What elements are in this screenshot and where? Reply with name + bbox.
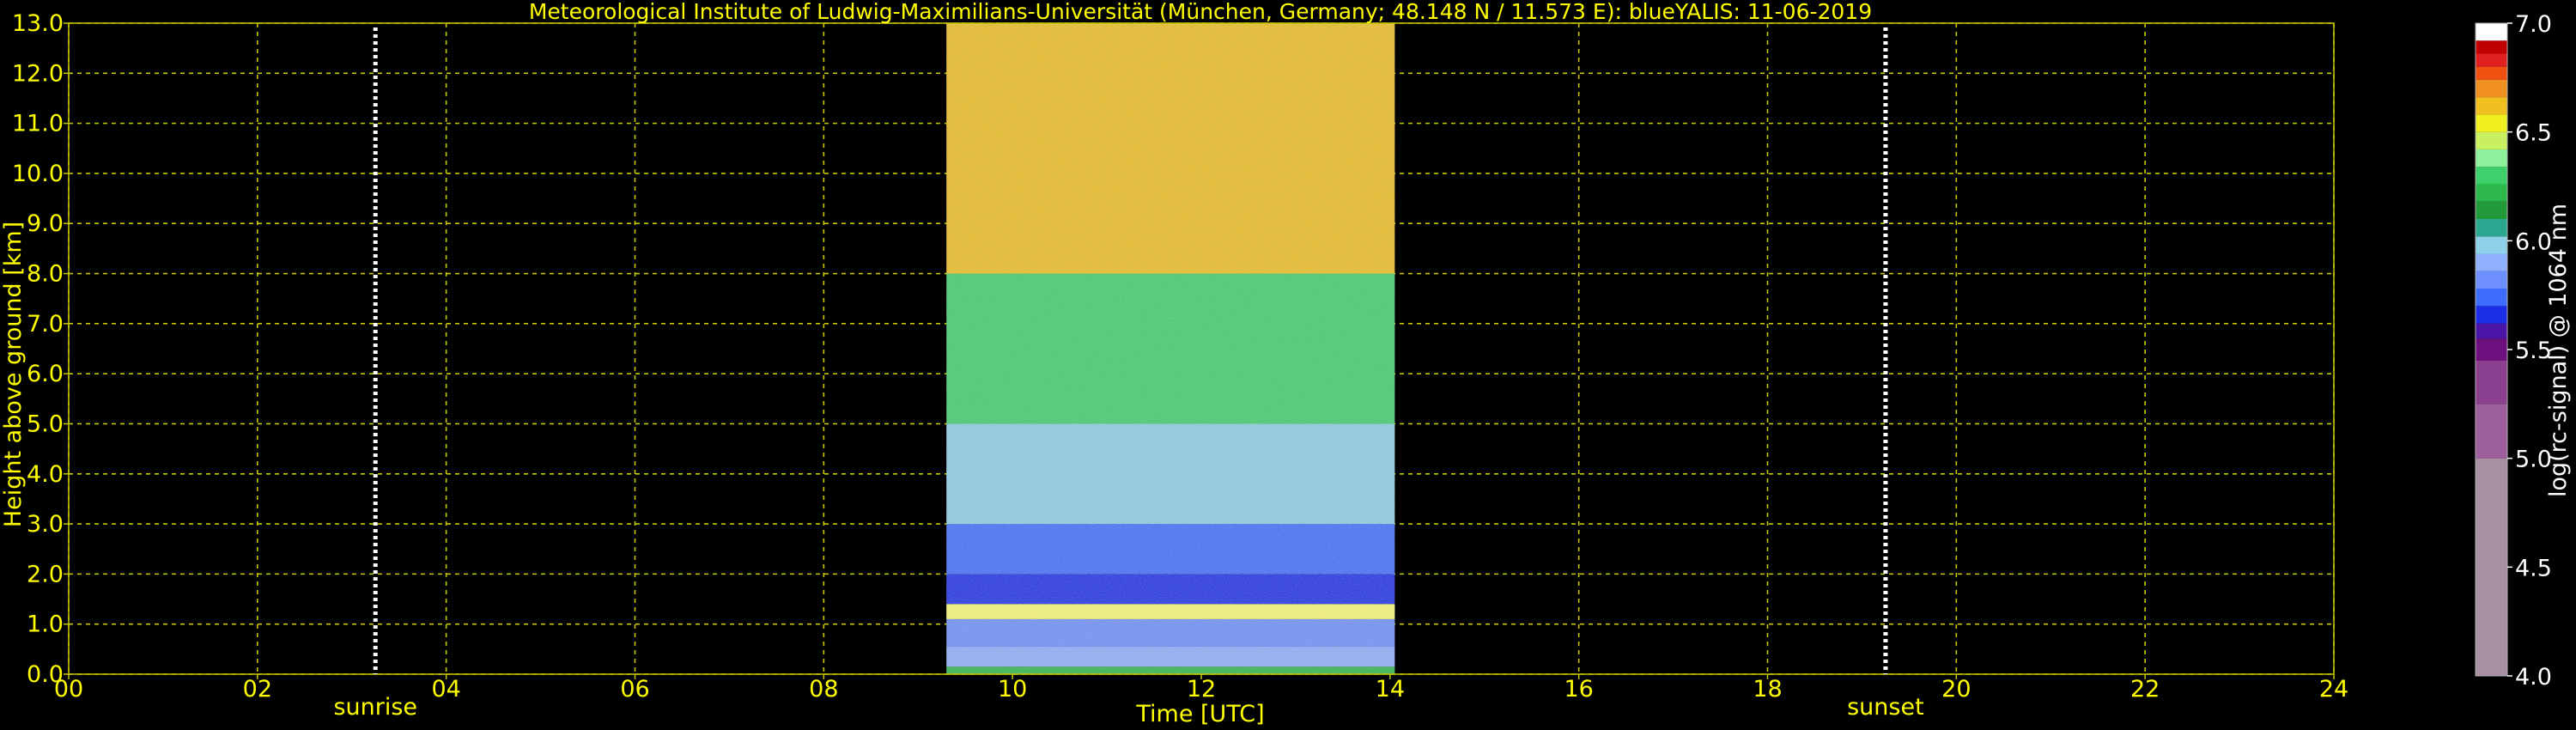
colorbar-segment [2476,114,2507,132]
colorbar-segment [2476,360,2507,405]
colorbar-tick-label: 4.5 [2515,555,2552,581]
sun-marker-label: sunset [1847,694,1924,721]
colorbar-segment [2476,219,2507,237]
backscatter-heatmap-chart: sunrise sunset 00 02 04 06 08 10 12 14 16 18 20 22 24… [0,0,2572,727]
x-tick-label: 14 [1376,676,1405,703]
x-tick-label: 10 [998,676,1027,703]
x-tick-label: 22 [2130,676,2160,703]
colorbar-segment [2476,458,2507,676]
y-axis-label: Height above ground [km] [0,222,27,527]
y-tick-label: 2.0 [27,561,64,587]
chart-canvas: sunrise sunset 00 02 04 06 08 10 12 14 16 18 20 22 24… [0,0,2576,730]
y-tick-label: 13.0 [12,10,64,37]
y-tick-label: 10.0 [12,161,64,187]
heatmap-noise [946,23,1395,674]
y-tick-label: 5.0 [27,411,64,437]
y-tick-label: 7.0 [27,311,64,338]
colorbar-segment [2476,97,2507,115]
x-tick-label: 06 [620,676,649,703]
colorbar-segment [2476,131,2507,149]
y-tick-label: 9.0 [27,210,64,237]
colorbar-segment [2476,184,2507,202]
x-tick-label: 20 [1941,676,1971,703]
colorbar-segment [2476,53,2507,67]
colorbar-segment [2476,253,2507,271]
colorbar-segment [2476,66,2507,80]
x-tick-label: 24 [2319,676,2348,703]
y-tick-label: 3.0 [27,511,64,538]
y-tick-label: 6.0 [27,361,64,387]
x-tick-label: 16 [1564,676,1593,703]
colorbar-segment [2476,79,2507,98]
colorbar-segment [2476,338,2507,361]
colorbar-segment [2476,306,2507,324]
y-tick-label: 12.0 [12,60,64,87]
colorbar [2475,22,2508,677]
x-tick-label: 08 [809,676,838,703]
x-tick-label: 04 [431,676,460,703]
colorbar-segment [2476,167,2507,185]
colorbar-segment [2476,236,2507,254]
y-tick-label: 11.0 [12,111,64,137]
y-tick-label: 8.0 [27,261,64,288]
measurement-region [946,23,1395,674]
colorbar-tick-label: 7.0 [2515,11,2552,38]
colorbar-segment [2476,40,2507,54]
colorbar-tick-label: 6.5 [2515,120,2552,147]
boundary-layer-top [946,604,1395,619]
colorbar-tick-label: 4.0 [2515,664,2552,690]
y-tick-label: 4.0 [27,461,64,488]
colorbar-segment [2476,289,2507,307]
colorbar-segment [2476,323,2507,339]
colorbar-segment [2476,271,2507,289]
colorbar-label: log(rc-signal) @ 1064 nm [2545,204,2572,497]
sun-marker-label: sunrise [333,694,417,721]
x-tick-label: 12 [1187,676,1216,703]
colorbar-segment [2476,201,2507,219]
x-tick-label: 02 [243,676,272,703]
chart-title: Meteorological Institute of Ludwig-Maxim… [529,0,1872,24]
colorbar-segment [2476,404,2507,459]
x-axis-label: Time [UTC] [1135,701,1264,727]
y-tick-label: 0.0 [27,661,64,688]
colorbar-segment [2476,23,2507,41]
colorbar-segment [2476,149,2507,167]
y-tick-label: 1.0 [27,611,64,638]
x-tick-label: 18 [1753,676,1782,703]
